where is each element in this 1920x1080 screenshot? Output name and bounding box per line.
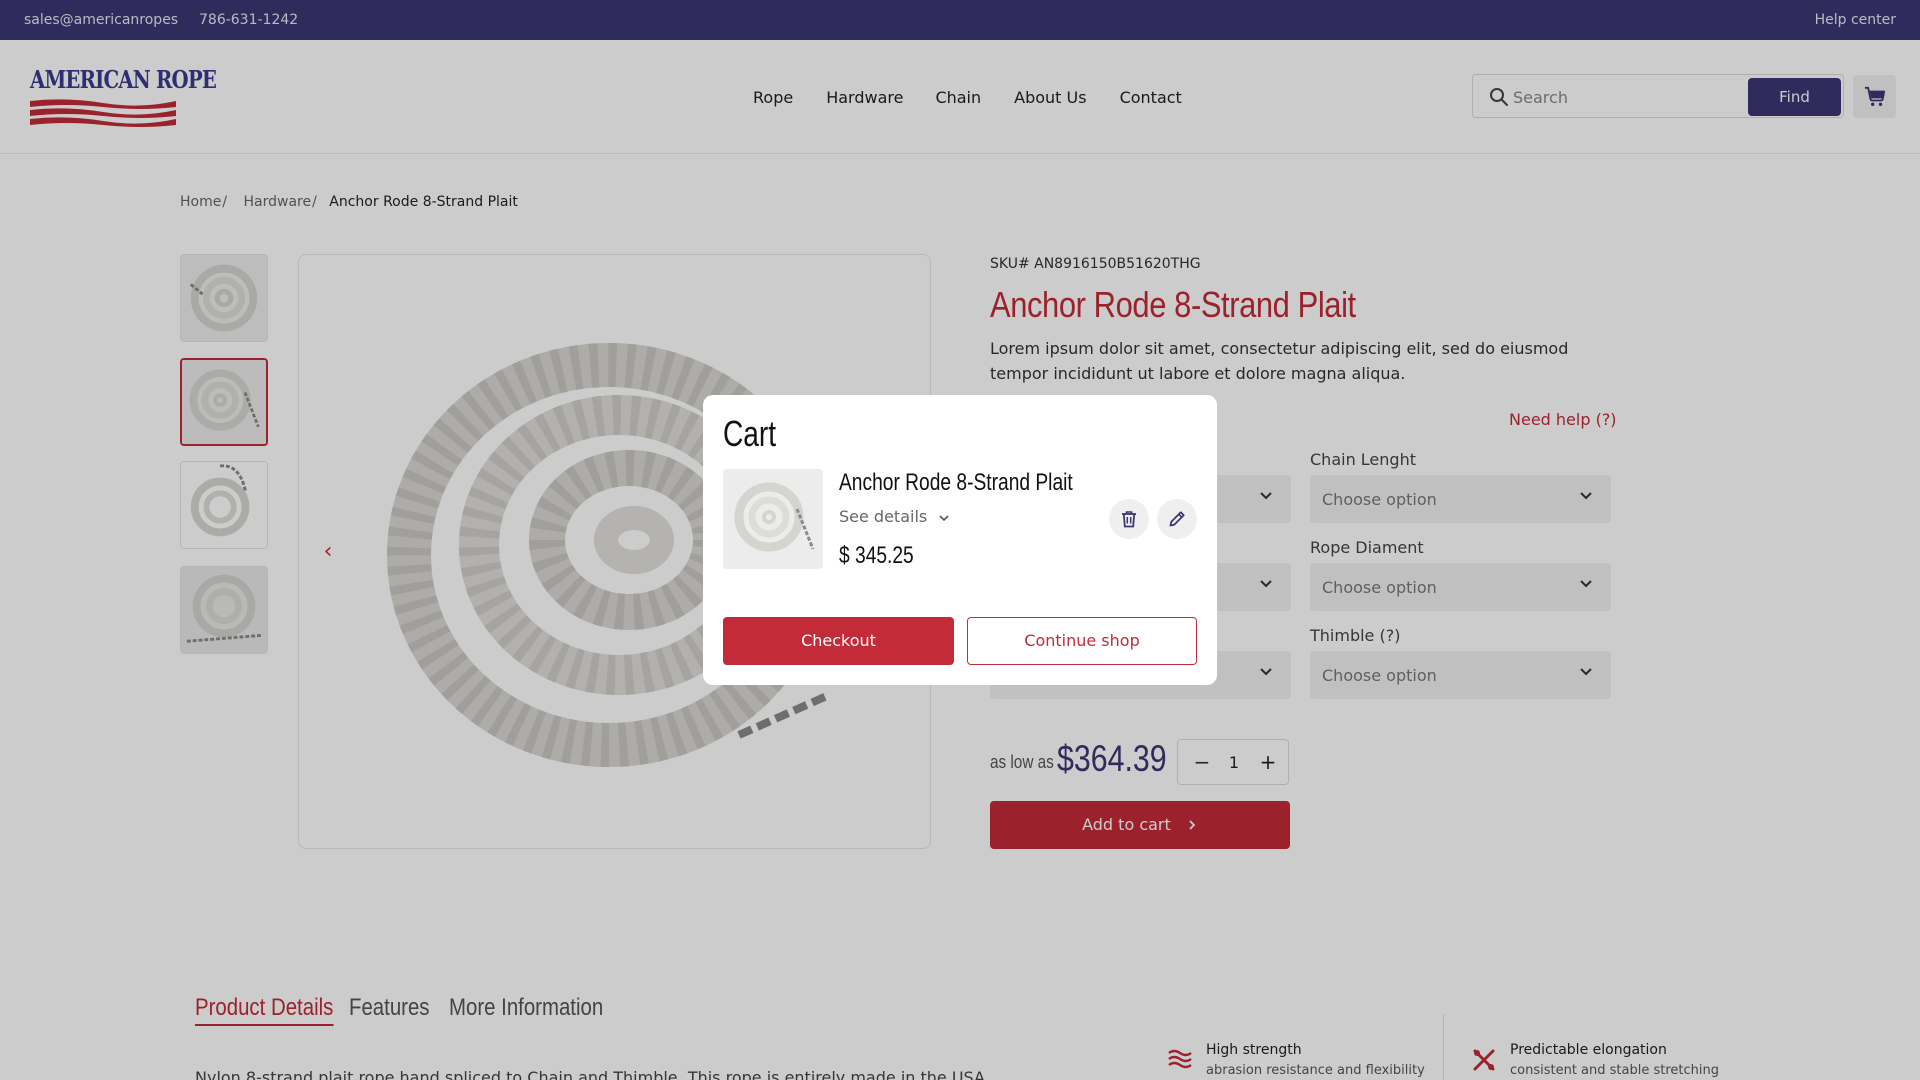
rope-coil-image [723, 469, 823, 569]
cart-item-image [723, 469, 823, 569]
pencil-icon [1169, 511, 1185, 527]
see-details-toggle[interactable]: See details [839, 507, 950, 526]
trash-icon [1122, 511, 1136, 528]
continue-shopping-button[interactable]: Continue shop [967, 617, 1197, 665]
chevron-down-icon [939, 514, 949, 521]
edit-item-button[interactable] [1157, 499, 1197, 539]
checkout-button[interactable]: Checkout [723, 617, 954, 665]
see-details-label: See details [839, 507, 928, 526]
delete-item-button[interactable] [1109, 499, 1149, 539]
cart-modal: Cart Anchor Rode 8-Strand Plait See deta… [703, 395, 1217, 685]
cart-item-name: Anchor Rode 8-Strand Plait [839, 469, 1073, 496]
cart-item-price: $ 345.25 [839, 542, 914, 569]
cart-modal-title: Cart [723, 413, 777, 454]
